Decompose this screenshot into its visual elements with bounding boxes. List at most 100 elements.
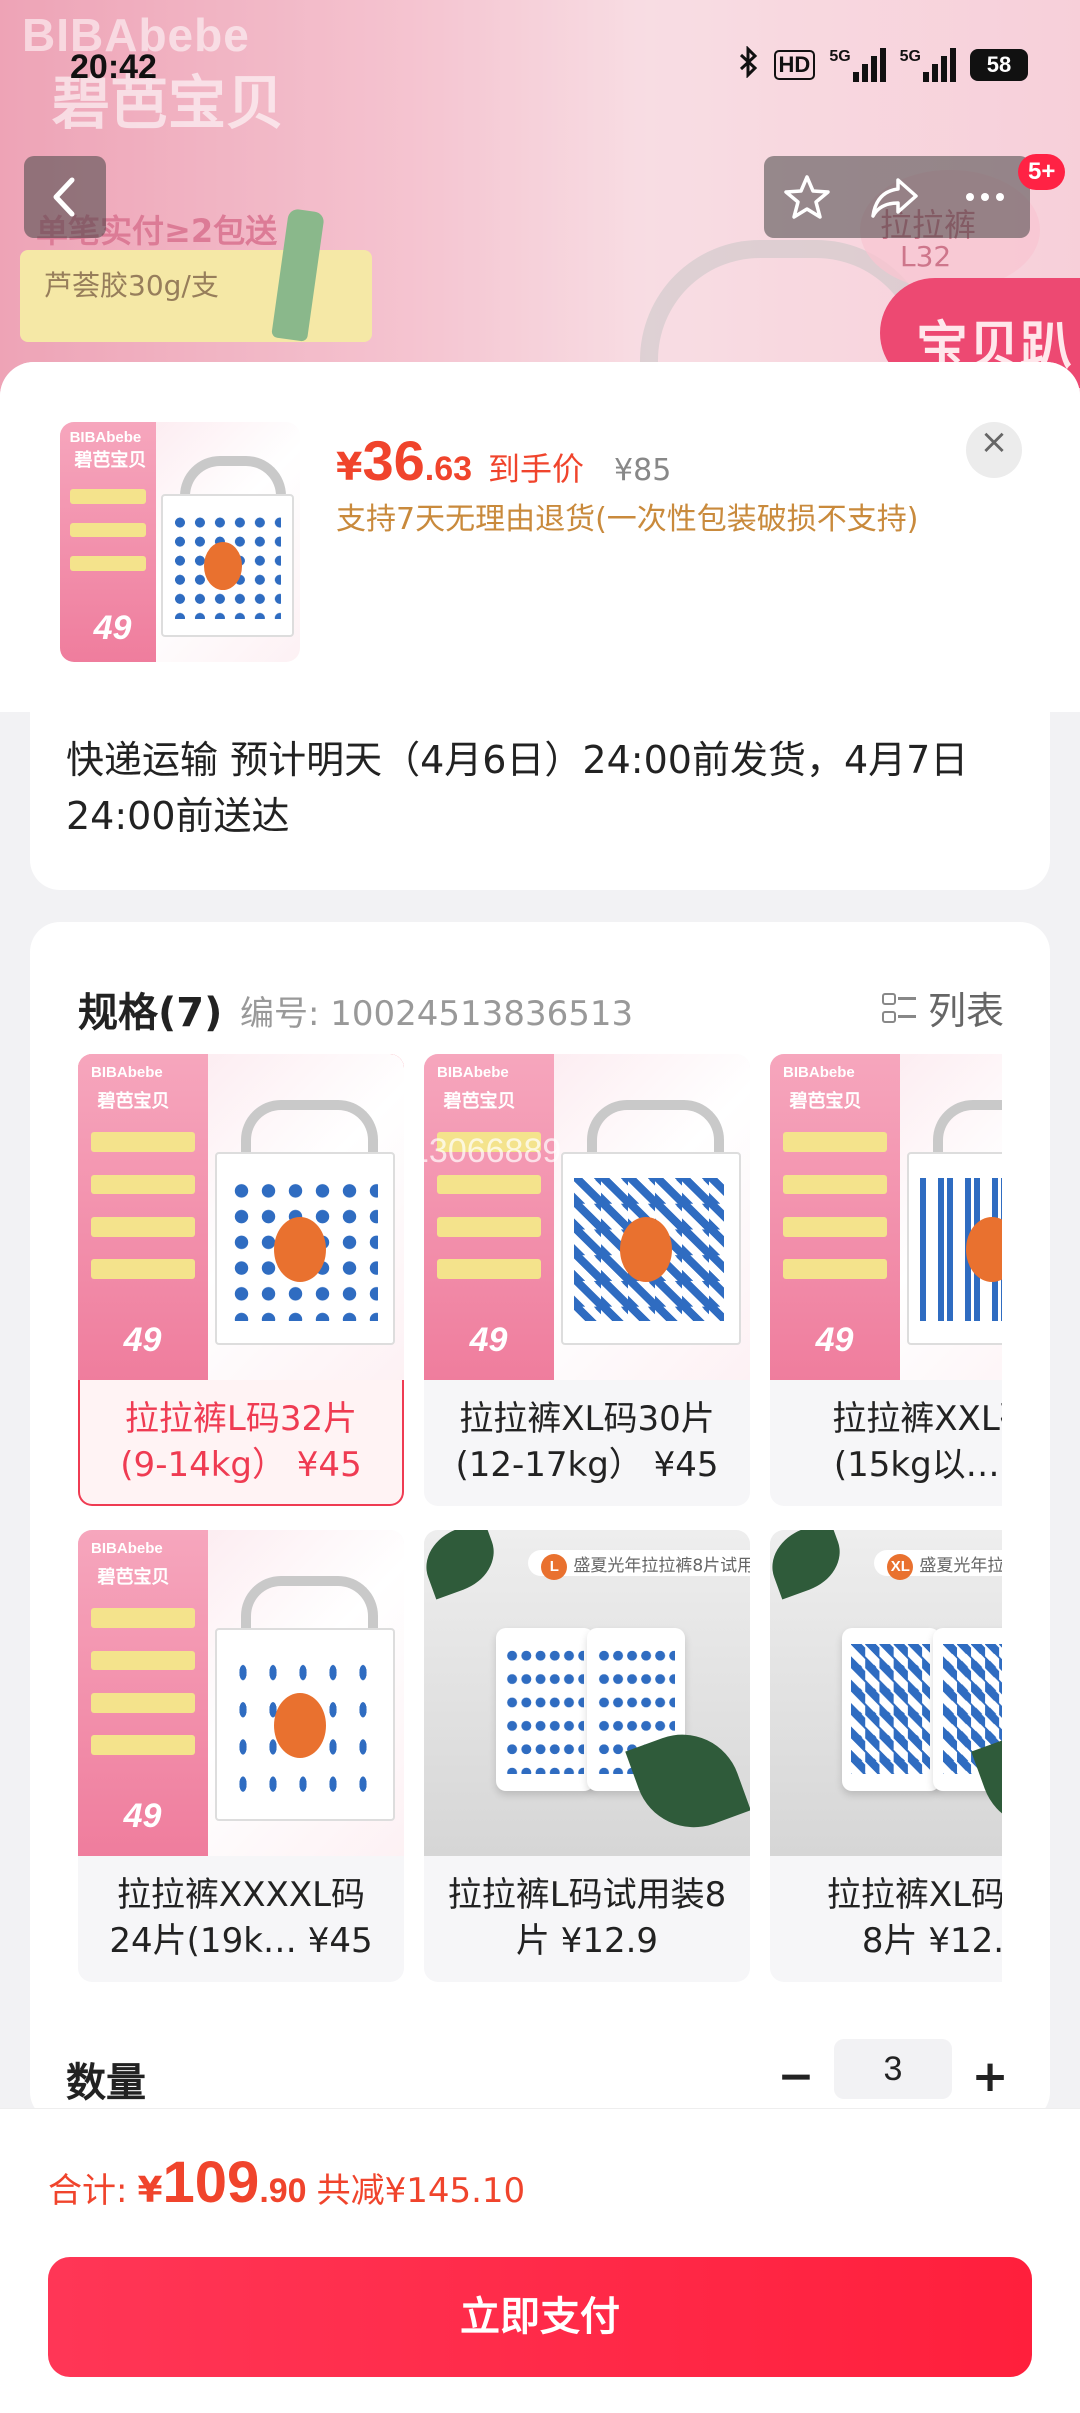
- spec-option[interactable]: BIBAbebe 碧芭宝贝 49 拉拉裤XXXXL码 24片(19k… ¥45: [78, 1530, 404, 1982]
- spec-option-label: 拉拉裤L码32片 (9-14kg） ¥45: [120, 1399, 362, 1485]
- image-price-badge: 49: [469, 1321, 508, 1360]
- image-promo-line: [91, 1650, 196, 1671]
- total-summary: 合计: ¥ 109 .90 共减¥145.10: [48, 2149, 525, 2216]
- back-button[interactable]: [24, 156, 106, 238]
- image-promo-line: [437, 1259, 542, 1279]
- image-price-badge: 49: [123, 1321, 162, 1360]
- spec-option-label: 拉拉裤XXL码 (15kg以… ¥: [832, 1399, 1002, 1485]
- spec-option-image: L盛夏光年拉拉裤8片试用装: [424, 1530, 750, 1856]
- image-promo-line: [783, 1174, 888, 1195]
- product-image: BIBAbebe 碧芭宝贝 49: [770, 1054, 1002, 1380]
- shipping-card: 快递运输 预计明天（4月6日）24:00前发货，4月7日24:00前送达: [30, 702, 1050, 890]
- total-label: 合计:: [48, 2171, 128, 2211]
- image-promo-line: [69, 489, 147, 504]
- spec-options-grid: BIBAbebe 碧芭宝贝 49 拉拉裤L码32片 (9-14kg） ¥45 BIBAb…: [78, 1054, 1002, 1984]
- spec-code: 编号: 10024513836513: [240, 994, 634, 1034]
- chevron-left-icon: [53, 177, 75, 217]
- image-promo-line: [783, 1259, 888, 1279]
- list-toggle-label: 列表: [927, 989, 1004, 1033]
- bag-logo: [619, 1217, 672, 1283]
- image-brand-en: BIBAbebe: [91, 1539, 163, 1557]
- pack: [841, 1627, 940, 1791]
- trial-tag-text: 盛夏光年拉拉裤8片试用装: [573, 1555, 750, 1576]
- spec-option-image: BIBAbebe 碧芭宝贝 49: [78, 1530, 404, 1856]
- trial-tag-text: 盛夏光年拉拉: [919, 1555, 1002, 1576]
- image-brand-cn: 碧芭宝贝: [74, 450, 147, 471]
- share-icon[interactable]: [868, 172, 922, 222]
- original-price: ¥85: [614, 453, 672, 488]
- more-icon[interactable]: [958, 172, 1012, 222]
- signal-1-icon: 5G: [829, 48, 886, 82]
- checkout-footer: 合计: ¥ 109 .90 共减¥145.10 立即支付: [0, 2108, 1080, 2413]
- spec-option-image: BIBAbebe 碧芭宝贝 49: [78, 1054, 404, 1380]
- spec-option-label: 拉拉裤L码试用装8 片 ¥12.9: [447, 1875, 727, 1961]
- image-promo-line: [91, 1735, 196, 1755]
- battery-icon: 58: [970, 49, 1028, 81]
- spec-option[interactable]: BIBAbebe 碧芭宝贝 49 拉拉裤L码32片 (9-14kg） ¥45: [78, 1054, 404, 1506]
- total-decimal: .90: [259, 2172, 307, 2210]
- selected-product-thumbnail[interactable]: BIBAbebe 碧芭宝贝 49: [60, 422, 300, 662]
- spec-option[interactable]: BIBAbebe 碧芭宝贝 49 拉拉裤XL码30片 (12-17kg） ¥45: [424, 1054, 750, 1506]
- favorite-star-icon[interactable]: [782, 172, 832, 222]
- price-label: 到手价: [488, 450, 585, 488]
- list-view-toggle[interactable]: 列表: [881, 980, 1004, 1035]
- trial-tag: XL盛夏光年拉拉: [874, 1549, 1002, 1580]
- price-integer: 36: [362, 429, 425, 492]
- image-promo-line: [91, 1132, 196, 1152]
- spec-option[interactable]: L盛夏光年拉拉裤8片试用装拉拉裤L码试用装8 片 ¥12.9: [424, 1530, 750, 1982]
- pay-now-button[interactable]: 立即支付: [48, 2257, 1032, 2377]
- decrease-quantity-button[interactable]: −: [772, 2051, 820, 2102]
- signal-2-icon: 5G: [900, 48, 956, 82]
- status-icons: HD 5G 5G 58: [738, 45, 1028, 84]
- net-label-1: 5G: [829, 48, 851, 65]
- list-icon: [881, 991, 916, 1025]
- image-brand-en: BIBAbebe: [91, 1063, 163, 1081]
- bag-logo: [273, 1217, 326, 1283]
- image-promo-line: [437, 1174, 542, 1195]
- image-brand-cn: 碧芭宝贝: [789, 1090, 862, 1112]
- sku-selection-sheet: BIBAbebe 碧芭宝贝 49 ¥ 36 .63 到手价 ¥85 支持7天无理…: [0, 362, 1080, 2412]
- spec-option[interactable]: BIBAbebe 碧芭宝贝 49 拉拉裤XXL码 (15kg以… ¥: [770, 1054, 1002, 1506]
- product-image: BIBAbebe 碧芭宝贝 49: [78, 1054, 404, 1380]
- image-promo-line: [437, 1217, 542, 1237]
- leaf-decoration: [424, 1530, 504, 1600]
- product-image: BIBAbebe 碧芭宝贝 49: [60, 422, 300, 662]
- image-price-badge: 49: [123, 1797, 162, 1836]
- image-promo-line: [69, 556, 147, 571]
- image-promo-line: [91, 1259, 196, 1279]
- image-brand-cn: 碧芭宝贝: [97, 1566, 170, 1588]
- status-time: 20:42: [70, 48, 157, 86]
- top-actions: [764, 156, 1030, 238]
- price-currency: ¥: [336, 445, 363, 489]
- status-bar: 20:42 HD 5G 5G 58: [0, 44, 1080, 98]
- spec-option-image: XL盛夏光年拉拉: [770, 1530, 1002, 1856]
- image-brand-cn: 碧芭宝贝: [443, 1090, 516, 1112]
- spec-option-image: BIBAbebe 碧芭宝贝 49: [424, 1054, 750, 1380]
- pack-pattern: [505, 1644, 584, 1775]
- image-brand-cn: 碧芭宝贝: [97, 1090, 170, 1112]
- image-promo-line: [91, 1174, 196, 1195]
- sheet-header: BIBAbebe 碧芭宝贝 49 ¥ 36 .63 到手价 ¥85 支持7天无理…: [0, 362, 1080, 712]
- image-promo-line: [69, 522, 147, 538]
- shipping-info: 快递运输 预计明天（4月6日）24:00前发货，4月7日24:00前送达: [66, 738, 969, 838]
- image-promo-line: [91, 1608, 196, 1628]
- spec-option-label: 拉拉裤XL码试 8片 ¥12.: [826, 1875, 1002, 1961]
- image-price-badge: 49: [93, 608, 132, 647]
- increase-quantity-button[interactable]: +: [966, 2051, 1014, 2102]
- image-brand-en: BIBAbebe: [783, 1063, 855, 1081]
- quantity-input[interactable]: 3: [834, 2039, 952, 2099]
- spec-title: 规格(7): [78, 990, 223, 1036]
- spec-option[interactable]: XL盛夏光年拉拉拉拉裤XL码试 8片 ¥12.: [770, 1530, 1002, 1982]
- trial-pack-image: XL盛夏光年拉拉: [770, 1530, 1002, 1856]
- total-currency: ¥: [137, 2170, 163, 2211]
- image-brand-en: BIBAbebe: [69, 429, 142, 447]
- notification-badge: 5+: [1018, 154, 1066, 190]
- image-promo-line: [91, 1693, 196, 1713]
- image-brand-en: BIBAbebe: [437, 1063, 509, 1081]
- refund-policy: 支持7天无理由退货(一次性包装破损不支持): [336, 502, 919, 537]
- image-price-badge: 49: [815, 1321, 854, 1360]
- product-image: BIBAbebe 碧芭宝贝 49: [424, 1054, 750, 1380]
- close-button[interactable]: ×: [966, 422, 1022, 478]
- total-saved: 共减¥145.10: [316, 2171, 526, 2211]
- total-integer: 109: [162, 2150, 260, 2215]
